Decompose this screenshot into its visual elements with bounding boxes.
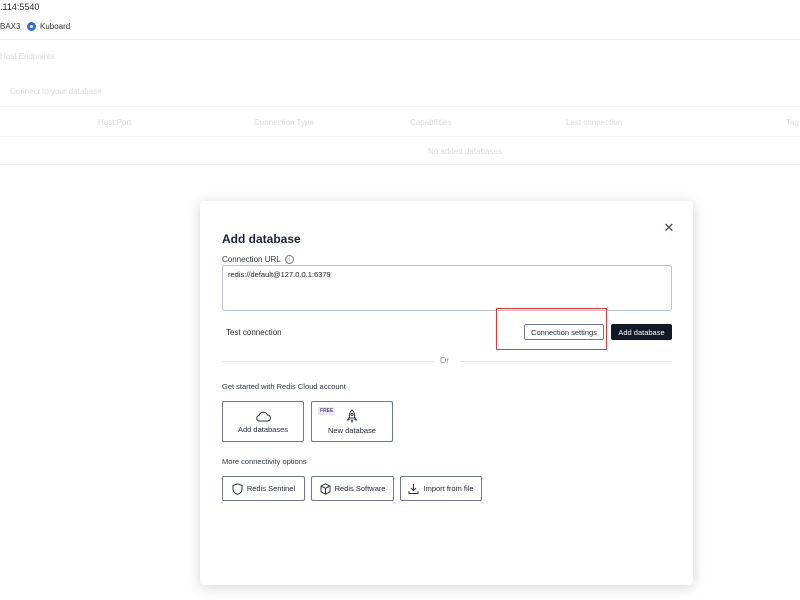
dialog-title: Add database: [222, 232, 301, 246]
more-options-label: More connectivity options: [222, 457, 307, 466]
free-badge: FREE: [318, 407, 336, 415]
connection-url-input[interactable]: redis://default@127.0.0.1:6379: [222, 265, 672, 311]
download-icon: [408, 483, 419, 494]
or-text: Or: [440, 356, 449, 365]
kuboard-icon: [27, 22, 36, 31]
divider: [0, 106, 800, 107]
add-databases-card[interactable]: Add databases: [222, 401, 304, 442]
divider-line: [222, 361, 434, 362]
divider: [0, 164, 800, 165]
info-icon[interactable]: i: [284, 255, 294, 264]
bookmark-label: Kuboard: [40, 22, 71, 31]
option-label: Redis Software: [334, 484, 386, 493]
bg-text: Host Endpoints: [0, 52, 55, 61]
address-text: .114:5540: [0, 2, 40, 12]
background-app: Host Endpoints Connect to your database …: [0, 40, 800, 170]
bookmark-kuboard[interactable]: Kuboard: [27, 22, 70, 31]
divider: [0, 136, 800, 137]
bookmark-label: BAX3: [0, 22, 21, 31]
close-icon[interactable]: ✕: [662, 220, 676, 235]
box-icon: [320, 482, 331, 495]
rocket-icon: [346, 408, 358, 423]
bg-text: No added databases: [428, 147, 502, 156]
new-database-card[interactable]: FREE New database: [311, 401, 393, 442]
option-label: Import from file: [423, 484, 474, 493]
bookmark-bax3[interactable]: BAX3: [0, 22, 20, 31]
url-label-text: Connection URL: [222, 255, 281, 264]
test-connection-button[interactable]: Test connection: [226, 328, 282, 337]
bookmarks-bar: BAX3 Kuboard: [0, 16, 800, 40]
shield-icon: [232, 482, 243, 495]
option-label: Redis Sentinel: [246, 484, 296, 493]
cloud-section-label: Get started with Redis Cloud account: [222, 382, 346, 391]
card-label: Add databases: [237, 424, 289, 434]
cloud-icon: [256, 411, 271, 421]
card-label: New database: [328, 425, 376, 435]
bg-text: Host:Port: [98, 118, 132, 127]
bg-text: Capabilities: [410, 118, 452, 127]
or-divider: Or: [222, 356, 672, 368]
connection-settings-button[interactable]: Connection settings: [524, 324, 604, 340]
redis-software-button[interactable]: Redis Software: [311, 476, 394, 501]
address-bar[interactable]: .114:5540: [0, 0, 800, 16]
redis-sentinel-button[interactable]: Redis Sentinel: [222, 476, 305, 501]
bg-text: Connection Type: [254, 118, 314, 127]
add-database-button[interactable]: Add database: [611, 324, 672, 340]
add-database-dialog: ✕ Add database Connection URL i redis://…: [200, 201, 693, 585]
bg-text: Connect to your database: [10, 87, 102, 96]
connection-url-label: Connection URL i: [222, 255, 294, 264]
divider-line: [460, 361, 672, 362]
bg-text: Last connection: [566, 118, 623, 127]
import-from-file-button[interactable]: Import from file: [400, 476, 482, 501]
bg-text: Tag: [786, 118, 799, 127]
